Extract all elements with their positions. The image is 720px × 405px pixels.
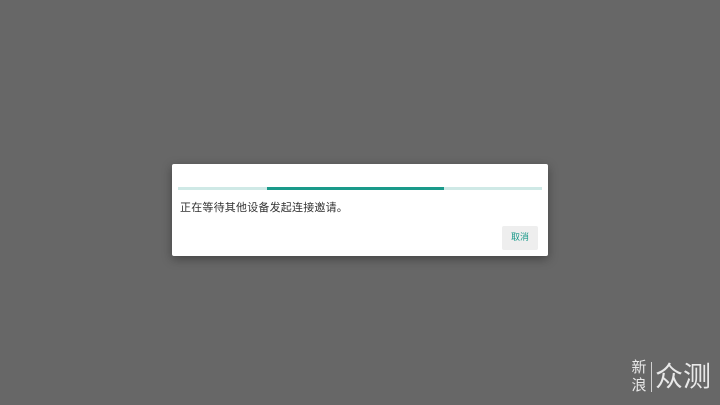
watermark-divider [651, 362, 652, 392]
watermark-line-1: 新 [631, 358, 647, 376]
watermark-brand: 众测 [655, 360, 712, 393]
watermark-line-2: 浪 [631, 376, 647, 394]
screen-overlay: 正在等待其他设备发起连接邀请。 取消 新 浪 众测 [0, 0, 720, 405]
cancel-button[interactable]: 取消 [502, 226, 538, 250]
progress-track [178, 187, 542, 190]
dialog-message: 正在等待其他设备发起连接邀请。 [180, 201, 348, 214]
progress-indicator [267, 187, 444, 190]
watermark-logo: 新 浪 众测 [630, 358, 714, 398]
waiting-dialog: 正在等待其他设备发起连接邀请。 取消 [172, 164, 548, 256]
